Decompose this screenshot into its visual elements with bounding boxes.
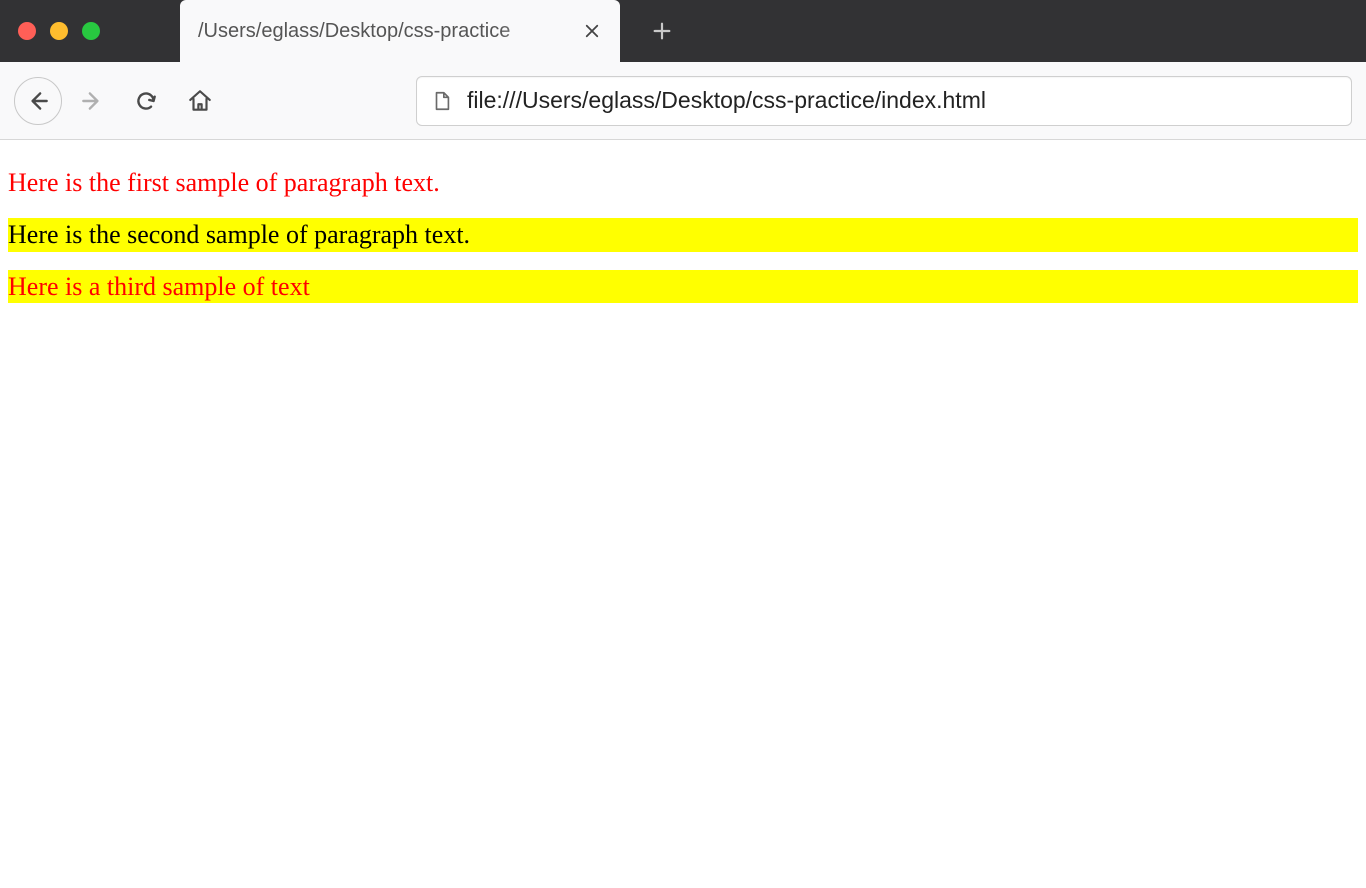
home-button[interactable] — [176, 77, 224, 125]
window-close-button[interactable] — [18, 22, 36, 40]
window-controls — [18, 22, 100, 40]
close-tab-button[interactable] — [580, 19, 604, 43]
new-tab-button[interactable] — [642, 11, 682, 51]
browser-tab[interactable]: /Users/eglass/Desktop/css-practice — [180, 0, 620, 62]
window-minimize-button[interactable] — [50, 22, 68, 40]
arrow-right-icon — [79, 88, 105, 114]
arrow-left-icon — [25, 88, 51, 114]
plus-icon — [651, 20, 673, 42]
page-content: Here is the first sample of paragraph te… — [0, 140, 1366, 329]
home-icon — [187, 88, 213, 114]
address-bar[interactable]: file:///Users/eglass/Desktop/css-practic… — [416, 76, 1352, 126]
page-icon — [431, 90, 453, 112]
paragraph-2: Here is the second sample of paragraph t… — [8, 218, 1358, 252]
reload-icon — [133, 88, 159, 114]
paragraph-3: Here is a third sample of text — [8, 270, 1358, 304]
window-titlebar: /Users/eglass/Desktop/css-practice — [0, 0, 1366, 62]
back-button[interactable] — [14, 77, 62, 125]
window-maximize-button[interactable] — [82, 22, 100, 40]
forward-button[interactable] — [68, 77, 116, 125]
close-icon — [583, 22, 601, 40]
url-text: file:///Users/eglass/Desktop/css-practic… — [467, 87, 1337, 114]
reload-button[interactable] — [122, 77, 170, 125]
paragraph-1: Here is the first sample of paragraph te… — [8, 166, 1358, 200]
document-icon — [431, 90, 453, 112]
tab-title: /Users/eglass/Desktop/css-practice — [198, 20, 574, 43]
browser-toolbar: file:///Users/eglass/Desktop/css-practic… — [0, 62, 1366, 140]
